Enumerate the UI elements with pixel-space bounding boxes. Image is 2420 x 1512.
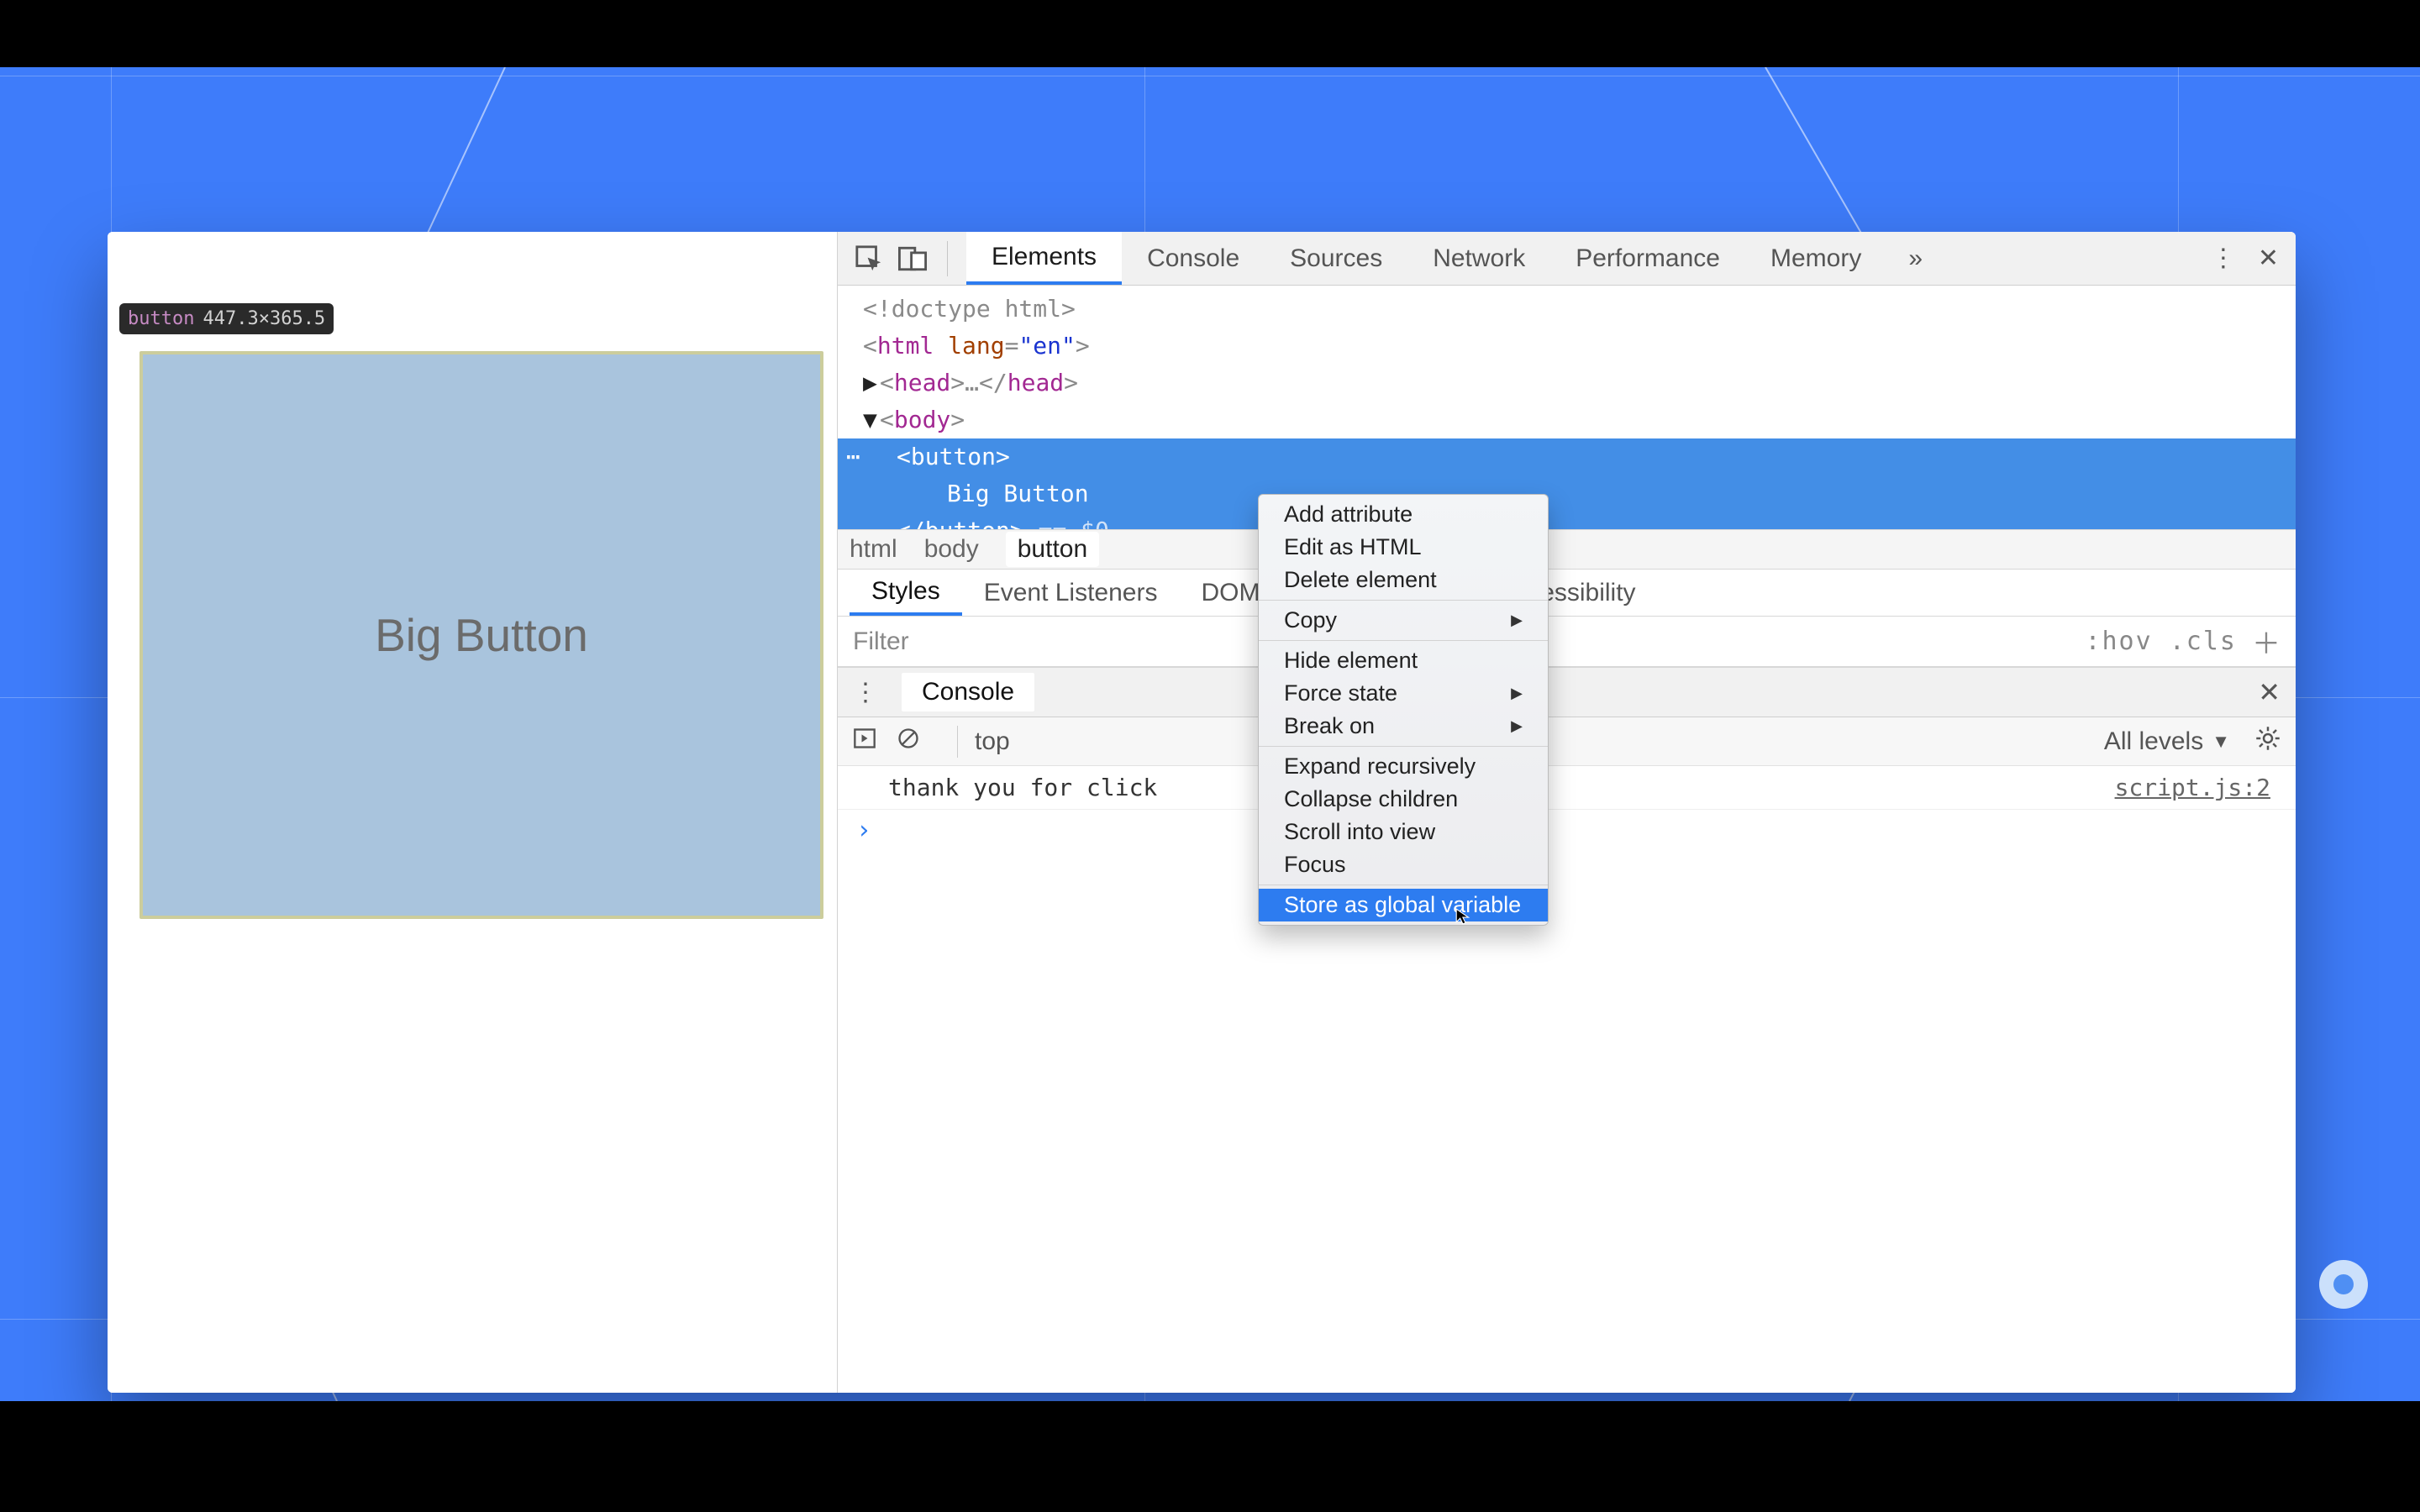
ctx-item[interactable]: Scroll into view [1259,816,1548,848]
dom-tree[interactable]: <!doctype html> <html lang="en"> ▶<head>… [838,286,2296,529]
tab-network[interactable]: Network [1407,232,1550,285]
console-prompt[interactable]: › [838,810,2296,850]
clear-console-icon[interactable] [897,727,920,757]
ctx-item[interactable]: Add attribute [1259,498,1548,531]
ctx-item[interactable]: Copy▶ [1259,604,1548,637]
console-context-selector[interactable]: top [975,727,1010,756]
hov-cls-toggles[interactable]: :hov .cls [2085,627,2237,656]
close-drawer-icon[interactable]: ✕ [2258,676,2281,708]
toggle-sidebar-icon[interactable] [853,727,876,757]
page-preview-pane: button 447.3×365.5 Big Button [108,232,837,1393]
devtools-pane: Elements Console Sources Network Perform… [837,232,2296,1393]
console-settings-icon[interactable] [2255,726,2281,758]
styles-filter-row: Filter :hov .cls ＋ [838,617,2296,667]
element-inspect-tooltip: button 447.3×365.5 [119,303,334,334]
tab-console[interactable]: Console [1122,232,1265,285]
ctx-item[interactable]: Hide element [1259,644,1548,677]
log-level-selector[interactable]: All levels▼ [2104,727,2230,756]
ctx-item[interactable]: Force state▶ [1259,677,1548,710]
ctx-item[interactable]: Store as global variable [1259,889,1548,921]
selected-line-handle[interactable]: ⋯ [846,438,863,475]
console-output[interactable]: thank you for click script.js:2 › [838,766,2296,1393]
tooltip-dimensions: 447.3×365.5 [203,308,325,329]
tab-sources[interactable]: Sources [1265,232,1407,285]
ctx-item[interactable]: Focus [1259,848,1548,881]
kebab-menu-icon[interactable]: ⋮ [2211,244,2236,273]
new-style-rule-icon[interactable]: ＋ [2252,621,2281,662]
tooltip-tag: button [128,308,194,329]
chevron-down-icon: ▼ [2212,731,2230,753]
log-message: thank you for click [888,774,1157,801]
filter-input[interactable]: Filter [853,627,909,656]
tab-elements[interactable]: Elements [966,232,1122,285]
log-entry[interactable]: thank you for click script.js:2 [838,766,2296,810]
device-toolbar-icon[interactable] [898,244,927,273]
ctx-item[interactable]: Expand recursively [1259,750,1548,783]
inspect-icon[interactable] [855,244,883,273]
ctx-item[interactable]: Edit as HTML [1259,531,1548,564]
breadcrumbs[interactable]: html body button [838,529,2296,570]
ctx-item[interactable]: Delete element [1259,564,1548,596]
ctx-item[interactable]: Break on▶ [1259,710,1548,743]
crumb-body[interactable]: body [924,535,979,564]
big-button-label: Big Button [375,608,588,662]
overflow-tabs-icon[interactable]: » [1908,244,1923,273]
log-source-link[interactable]: script.js:2 [2115,774,2270,801]
tab-performance[interactable]: Performance [1550,232,1745,285]
tab-styles[interactable]: Styles [850,570,962,616]
ctx-item[interactable]: Collapse children [1259,783,1548,816]
big-button[interactable]: Big Button [139,351,823,919]
slide-background: button 447.3×365.5 Big Button Elements C… [0,67,2420,1401]
crumb-html[interactable]: html [850,535,897,564]
crumb-button[interactable]: button [1006,532,1099,567]
styles-tabbar: Styles Event Listeners DOM rties Accessi… [838,570,2296,617]
browser-devtools-window: button 447.3×365.5 Big Button Elements C… [108,232,2296,1393]
close-devtools-icon[interactable]: ✕ [2258,244,2279,273]
context-menu[interactable]: Add attributeEdit as HTMLDelete element C… [1258,494,1549,926]
tab-memory[interactable]: Memory [1745,232,1886,285]
console-drawer-header: ⋮ Console ✕ [838,667,2296,717]
console-drawer-title[interactable]: Console [902,673,1034,711]
devtools-tabbar: Elements Console Sources Network Perform… [838,232,2296,286]
chrome-logo-icon [2319,1260,2368,1309]
console-toolbar: top All levels▼ [838,717,2296,766]
tab-event-listeners[interactable]: Event Listeners [962,570,1180,616]
console-menu-icon[interactable]: ⋮ [853,678,878,707]
